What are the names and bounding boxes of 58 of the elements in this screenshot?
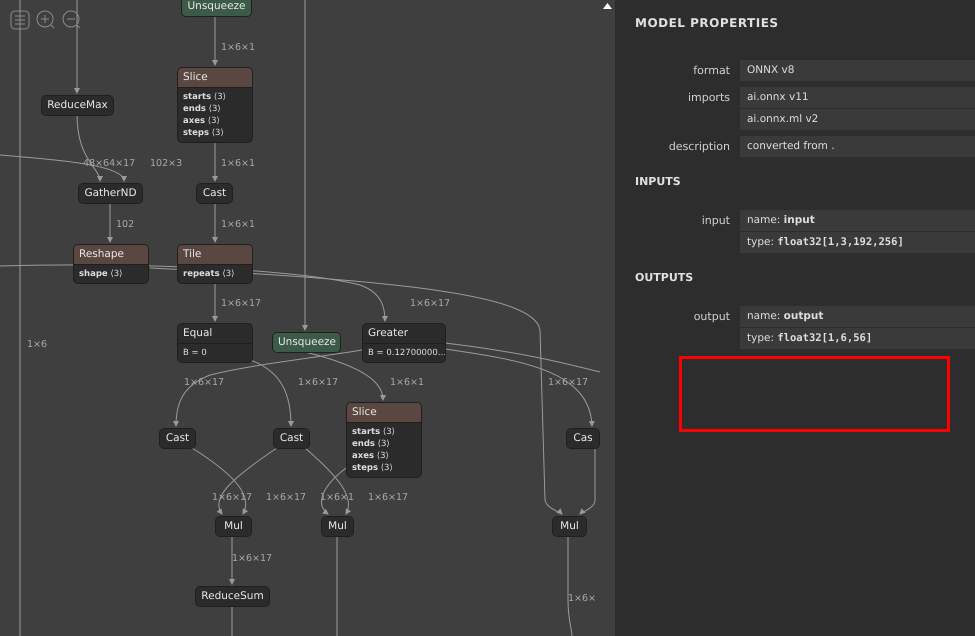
property-label: input	[700, 213, 730, 229]
graph-node[interactable]: Unsqueeze	[181, 0, 252, 17]
tensor-shape-label: 102	[116, 219, 134, 230]
list-icon[interactable]	[10, 10, 30, 30]
tensor-shape-label: 1×6×17	[298, 377, 338, 388]
section-heading: INPUTS	[635, 175, 682, 188]
edge-line	[579, 448, 596, 515]
tensor-shape-label: 1×6×1	[221, 42, 256, 53]
graph-node[interactable]: Unsqueeze	[272, 332, 341, 353]
property-label: format	[692, 63, 730, 79]
graph-node[interactable]: Cast	[273, 428, 310, 449]
property-label: imports	[686, 90, 730, 106]
property-value: ai.onnx.ml v2	[740, 109, 975, 130]
graph-node[interactable]: ReduceSum	[195, 586, 270, 607]
zoom-out-icon[interactable]	[62, 10, 82, 30]
property-label: description	[668, 139, 730, 155]
zoom-in-icon[interactable]	[36, 10, 56, 30]
tensor-shape-label: 1×6	[27, 339, 48, 350]
tensor-shape-label: 1×6×17	[232, 553, 272, 564]
tensor-shape-label: 1×6×17	[368, 492, 408, 503]
property-value: name: input	[740, 210, 975, 231]
tensor-shape-label: 1×6×1	[390, 377, 424, 388]
graph-node[interactable]: Cast	[159, 428, 196, 449]
property-value: ONNX v8	[740, 60, 975, 81]
property-value: type: float32[1,3,192,256]	[740, 232, 975, 253]
graph-node[interactable]: Reshape shape ⟨3⟩	[73, 244, 149, 284]
tensor-shape-label: 1×6×17	[221, 298, 262, 309]
property-value: converted from .	[740, 136, 975, 157]
edge-line	[212, 202, 218, 243]
tensor-shape-label: 102×3	[150, 158, 182, 169]
tensor-shape-label: 1×6×17	[266, 492, 306, 503]
section-heading: OUTPUTS	[635, 271, 694, 284]
edge-line	[212, 140, 218, 182]
graph-node[interactable]: Tile repeats ⟨3⟩	[177, 244, 253, 284]
edge-line	[107, 202, 113, 243]
graph-node[interactable]: Greater B = 0.12700000…	[362, 323, 446, 363]
property-value: name: output	[740, 306, 975, 327]
edge-line	[212, 16, 218, 66]
graph-node[interactable]: Slice starts ⟨3⟩ ends ⟨3⟩ axes ⟨3⟩ steps ⟨3⟩	[177, 67, 253, 143]
property-value: type: float32[1,6,56]	[740, 328, 975, 349]
graph-node[interactable]: Slice starts ⟨3⟩ ends ⟨3⟩ axes ⟨3⟩ steps ⟨3⟩	[346, 402, 422, 478]
tensor-shape-label: 1×6×1	[221, 158, 256, 169]
graph-node[interactable]: Cast	[196, 183, 233, 204]
edge-line	[229, 536, 235, 585]
graph-node[interactable]: Cas	[566, 428, 600, 449]
graph-node[interactable]: Mul	[215, 516, 252, 537]
graph-node[interactable]: Mul	[321, 516, 354, 537]
graph-node[interactable]: Equal B = 0	[177, 323, 253, 363]
tensor-shape-label: 1×6×1	[221, 219, 256, 230]
scroll-up-icon[interactable]	[603, 3, 612, 9]
property-value: ai.onnx v11	[740, 87, 975, 108]
panel-title: MODEL PROPERTIES	[635, 16, 780, 32]
graph-node[interactable]: Mul	[552, 516, 587, 537]
graph-node[interactable]: ReduceMax	[41, 95, 114, 116]
property-label: output	[692, 309, 730, 325]
tensor-shape-label: 1×6×17	[410, 298, 450, 309]
tensor-shape-label: 1×6×	[568, 593, 596, 604]
graph-node[interactable]: GatherND	[78, 183, 143, 204]
